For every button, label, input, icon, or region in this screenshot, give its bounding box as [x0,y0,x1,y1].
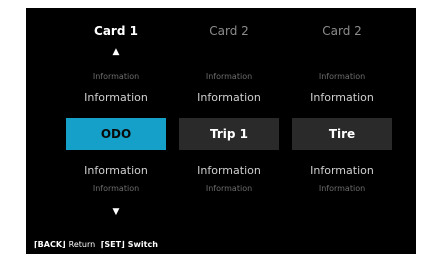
trip-1-tile[interactable]: Trip 1 [179,118,279,150]
info-text-small: Information [205,72,253,81]
down-arrow-icon[interactable]: ▼ [64,208,168,217]
info-text: Information [197,91,261,104]
info-text: Information [84,164,148,177]
display-screen: Card 1 ▲ Information Information ODO Inf… [26,8,416,254]
tire-tile[interactable]: Tire [292,118,392,150]
card-column-3: Card 2 Information Information Tire Info… [290,8,394,238]
info-text-small: Information [92,184,140,193]
card-title[interactable]: Card 1 [64,24,168,38]
card-column-1: Card 1 ▲ Information Information ODO Inf… [64,8,168,238]
info-text-small: Information [205,184,253,193]
info-text-small: Information [92,72,140,81]
info-text: Information [310,164,374,177]
back-key-label: ⌈BACK⌋ [34,240,66,249]
info-text: Information [197,164,261,177]
odo-tile[interactable]: ODO [66,118,166,150]
switch-hint: Switch [127,240,158,249]
up-arrow-icon[interactable]: ▲ [64,48,168,57]
return-hint: Return [68,240,96,249]
footer-hints: ⌈BACK⌋ Return ⌈SET⌋ Switch [34,240,161,249]
info-text-small: Information [318,72,366,81]
card-title[interactable]: Card 2 [177,24,281,38]
info-text: Information [310,91,374,104]
info-text: Information [84,91,148,104]
card-column-2: Card 2 Information Information Trip 1 In… [177,8,281,238]
info-text-small: Information [318,184,366,193]
set-key-label: ⌈SET⌋ [100,240,125,249]
card-title[interactable]: Card 2 [290,24,394,38]
